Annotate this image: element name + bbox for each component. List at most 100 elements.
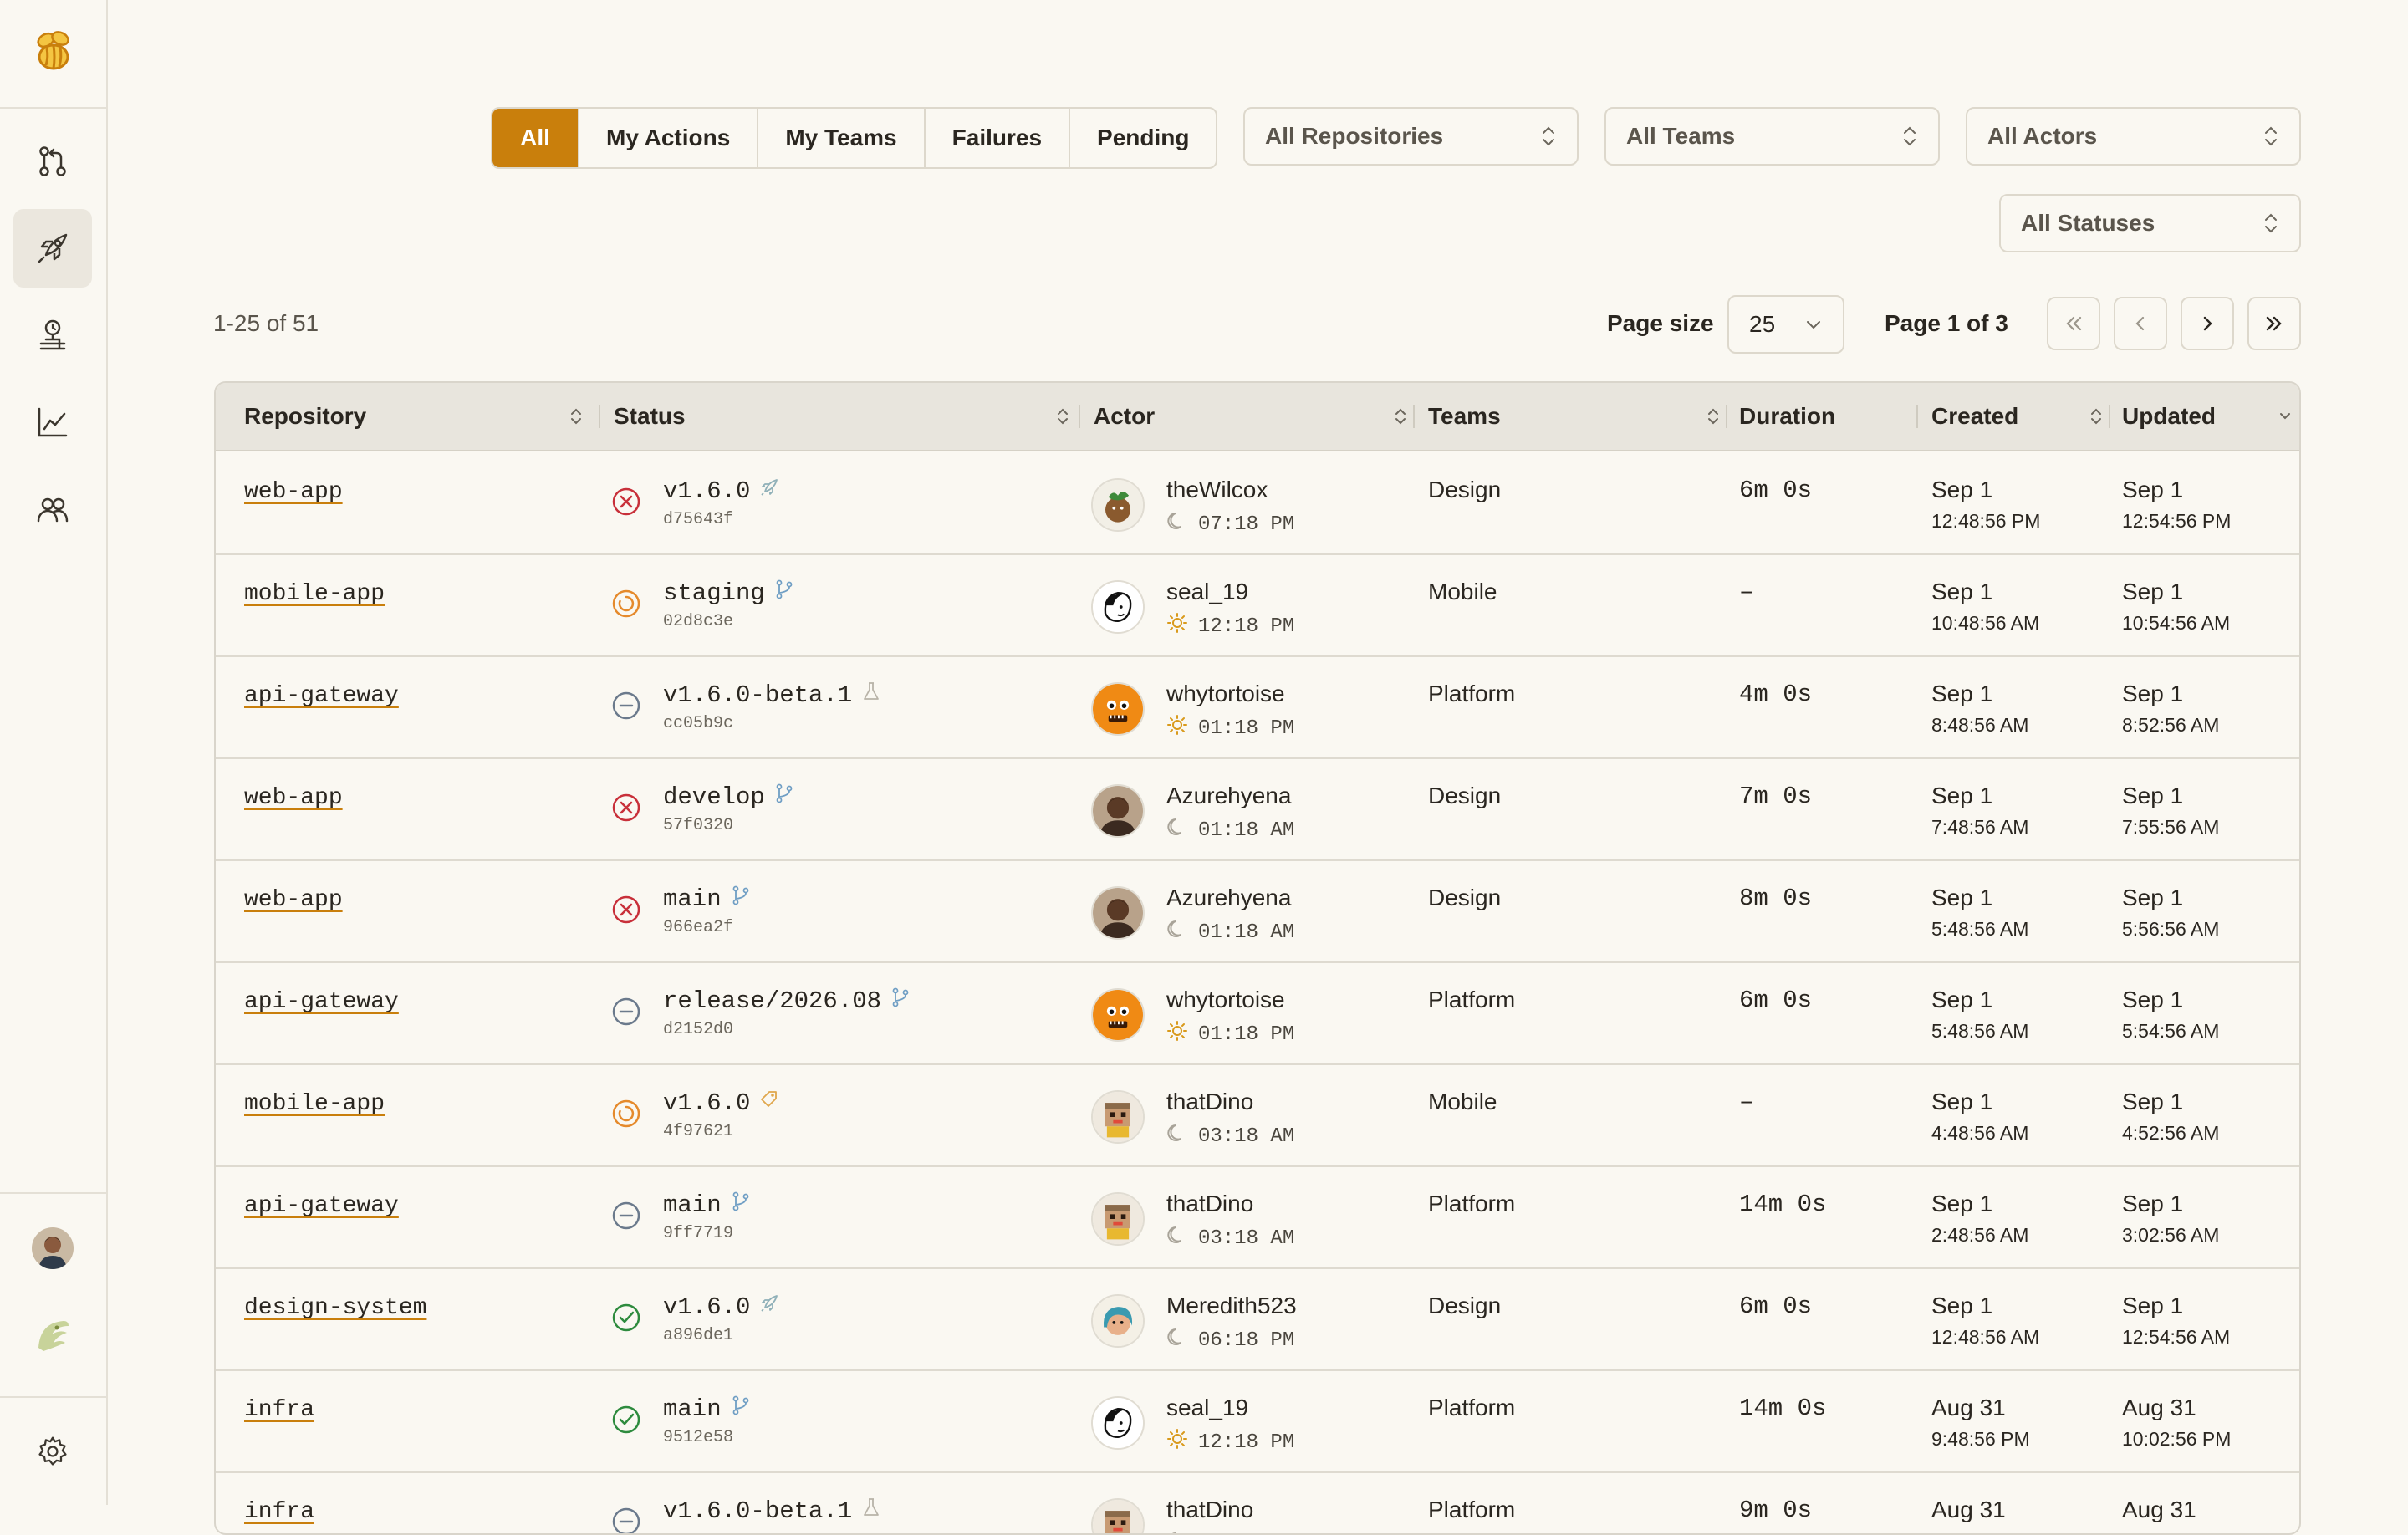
created-time: 9:48:56 PM (1931, 1428, 2030, 1450)
table-row[interactable]: infra main 9512e58 seal_19 12:18 PM Plat… (216, 1369, 2299, 1473)
tab-all[interactable]: All (492, 109, 578, 167)
tab-my-teams[interactable]: My Teams (757, 109, 923, 167)
tab-pending[interactable]: Pending (1069, 109, 1216, 167)
commit-sha[interactable]: d75643f (663, 510, 733, 529)
tab-failures[interactable]: Failures (923, 109, 1069, 167)
column-header-updated[interactable]: Updated (2122, 383, 2299, 450)
ref-name: main (663, 1191, 722, 1219)
page-size-select[interactable]: 25 (1727, 295, 1844, 354)
org-logo-icon[interactable] (32, 1314, 74, 1356)
actor-local-time: 06:18 PM (1166, 1326, 1294, 1354)
column-header-teams[interactable]: Teams (1428, 383, 1732, 450)
sidebar-item-teams[interactable] (13, 470, 92, 548)
repository-link[interactable]: infra (244, 1499, 314, 1525)
commit-sha[interactable]: 02d8c3e (663, 612, 733, 631)
ref-cell[interactable]: v1.6.0-beta.1 (663, 1497, 882, 1526)
updated-time: 5:54:56 AM (2122, 1020, 2220, 1042)
updated-time: 3:02:56 AM (2122, 1224, 2220, 1246)
table-row[interactable]: infra v1.6.0-beta.1 thatDino Platform 9m… (216, 1471, 2299, 1533)
ref-cell[interactable]: staging (663, 579, 795, 608)
table-row[interactable]: web-app main 966ea2f Azurehyena 01:18 AM… (216, 859, 2299, 963)
commit-sha[interactable]: cc05b9c (663, 714, 733, 733)
actor-name[interactable]: theWilcox (1166, 477, 1268, 503)
team-cell: Mobile (1428, 579, 1497, 604)
statuses-select[interactable]: All Statuses (1999, 194, 2301, 252)
commit-sha[interactable]: 4f97621 (663, 1122, 733, 1141)
updated-time: 7:55:56 AM (2122, 816, 2220, 838)
table-row[interactable]: api-gateway v1.6.0-beta.1 cc05b9c whytor… (216, 655, 2299, 759)
sun-icon (1166, 1428, 1188, 1456)
table-row[interactable]: api-gateway main 9ff7719 thatDino 03:18 … (216, 1165, 2299, 1269)
commit-sha[interactable]: 57f0320 (663, 816, 733, 835)
ref-cell[interactable]: main (663, 1191, 752, 1220)
repository-link[interactable]: mobile-app (244, 581, 385, 607)
repository-link[interactable]: mobile-app (244, 1091, 385, 1117)
table-row[interactable]: design-system v1.6.0 a896de1 Meredith523… (216, 1267, 2299, 1371)
ref-cell[interactable]: v1.6.0 (663, 1293, 780, 1322)
repository-link[interactable]: web-app (244, 479, 343, 505)
created-date: Sep 1 (1931, 1293, 1993, 1318)
ref-cell[interactable]: develop (663, 783, 795, 812)
ref-cell[interactable]: main (663, 1395, 752, 1424)
commit-sha[interactable]: 9512e58 (663, 1428, 733, 1447)
last-page-button[interactable] (2247, 297, 2301, 350)
actor-name[interactable]: thatDino (1166, 1497, 1253, 1523)
table-row[interactable]: api-gateway release/2026.08 d2152d0 whyt… (216, 961, 2299, 1065)
results-range: 1-25 of 51 (213, 310, 319, 336)
actors-select[interactable]: All Actors (1966, 107, 2301, 166)
table-row[interactable]: web-app v1.6.0 d75643f theWilcox 07:18 P… (216, 451, 2299, 555)
tab-my-actions[interactable]: My Actions (578, 109, 757, 167)
sidebar-item-environments[interactable] (13, 296, 92, 375)
status-skipped-icon (611, 997, 641, 1027)
actor-name[interactable]: seal_19 (1166, 579, 1248, 605)
first-page-button[interactable] (2047, 297, 2100, 350)
repository-select[interactable]: All Repositories (1243, 107, 1579, 166)
table-row[interactable]: mobile-app v1.6.0 4f97621 thatDino 03:18… (216, 1063, 2299, 1167)
actor-local-time: 01:18 AM (1166, 918, 1294, 946)
commit-sha[interactable]: a896de1 (663, 1326, 733, 1345)
sidebar-item-analytics[interactable] (13, 383, 92, 462)
sidebar-item-pull-requests[interactable] (13, 122, 92, 201)
table-row[interactable]: web-app develop 57f0320 Azurehyena 01:18… (216, 757, 2299, 861)
repository-link[interactable]: api-gateway (244, 989, 399, 1015)
table-row[interactable]: mobile-app staging 02d8c3e seal_19 12:18… (216, 553, 2299, 657)
bee-logo-icon[interactable] (28, 27, 79, 77)
actor-name[interactable]: Azurehyena (1166, 885, 1291, 911)
column-header-repository[interactable]: Repository (244, 383, 595, 450)
repository-link[interactable]: design-system (244, 1295, 426, 1321)
actor-name[interactable]: Azurehyena (1166, 783, 1291, 809)
ref-name: staging (663, 579, 765, 607)
column-header-created[interactable]: Created (1931, 383, 2115, 450)
commit-sha[interactable]: 966ea2f (663, 918, 733, 937)
ref-cell[interactable]: v1.6.0-beta.1 (663, 681, 882, 710)
commit-sha[interactable]: d2152d0 (663, 1020, 733, 1039)
repository-link[interactable]: web-app (244, 887, 343, 913)
sort-desc-icon (2280, 413, 2290, 420)
repository-link[interactable]: api-gateway (244, 683, 399, 709)
actor-name[interactable]: thatDino (1166, 1089, 1253, 1115)
sidebar-item-deployments[interactable] (13, 209, 92, 288)
ref-cell[interactable]: main (663, 885, 752, 914)
commit-sha[interactable]: 9ff7719 (663, 1224, 733, 1243)
next-page-button[interactable] (2181, 297, 2234, 350)
ref-cell[interactable]: v1.6.0 (663, 477, 780, 506)
actor-name[interactable]: seal_19 (1166, 1395, 1248, 1421)
previous-page-button[interactable] (2114, 297, 2167, 350)
repository-link[interactable]: web-app (244, 785, 343, 811)
repository-link[interactable]: api-gateway (244, 1193, 399, 1219)
user-avatar[interactable] (32, 1227, 74, 1269)
column-header-status[interactable]: Status (614, 383, 1082, 450)
updated-time: 8:52:56 AM (2122, 714, 2220, 736)
actor-avatar (1091, 784, 1145, 838)
ref-cell[interactable]: v1.6.0 (663, 1089, 780, 1118)
teams-select[interactable]: All Teams (1604, 107, 1940, 166)
actor-name[interactable]: whytortoise (1166, 987, 1285, 1013)
actor-name[interactable]: thatDino (1166, 1191, 1253, 1217)
actor-name[interactable]: Meredith523 (1166, 1293, 1297, 1319)
sidebar-item-settings[interactable] (13, 1412, 92, 1491)
column-header-actor[interactable]: Actor (1094, 383, 1420, 450)
repository-link[interactable]: infra (244, 1397, 314, 1423)
actor-name[interactable]: whytortoise (1166, 681, 1285, 707)
repository-cell: api-gateway (244, 987, 399, 1015)
ref-cell[interactable]: release/2026.08 (663, 987, 911, 1016)
